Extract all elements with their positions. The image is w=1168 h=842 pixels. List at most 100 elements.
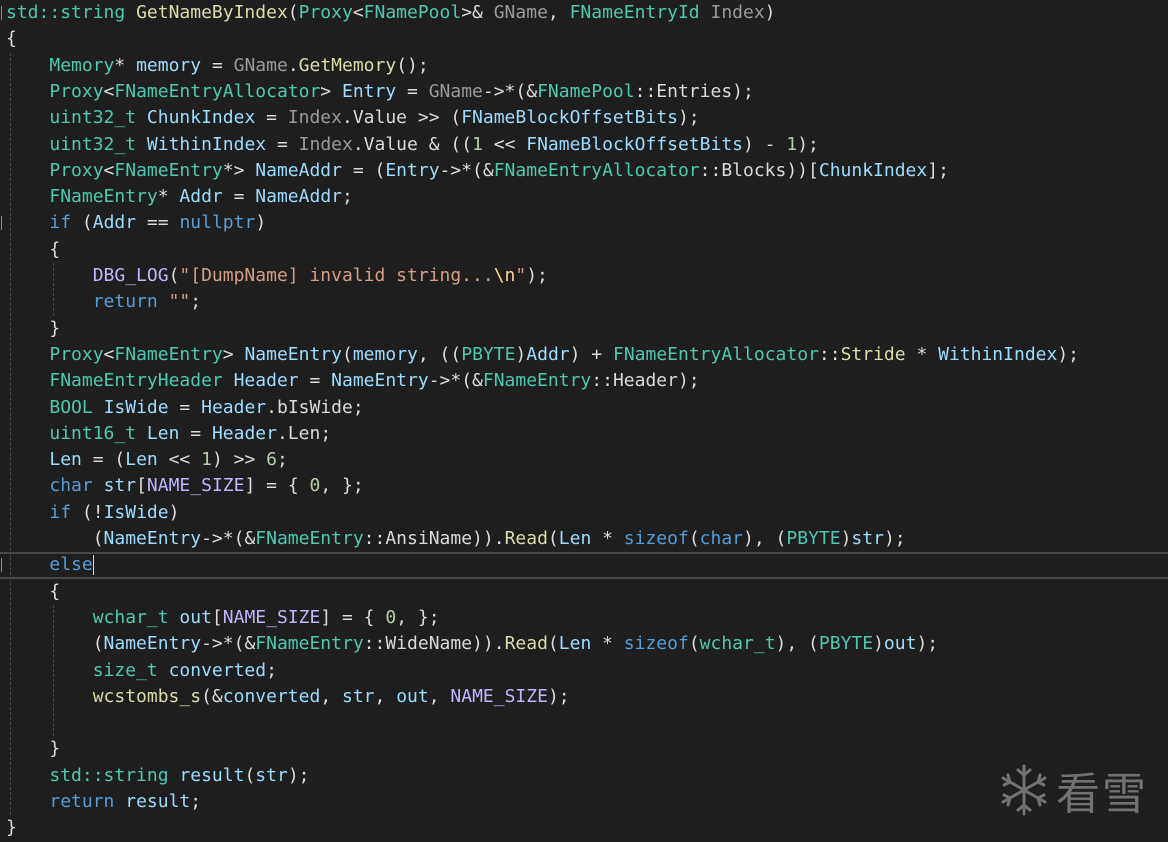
code-token: , [547, 2, 570, 23]
code-token: WithinIndex [146, 133, 267, 155]
code-line-text: Proxy<FNameEntry*> NameAddr = (Entry->*(… [6, 158, 949, 184]
code-token: FNameEntry [114, 343, 223, 365]
code-token: memory [352, 343, 418, 365]
code-line[interactable]: { [0, 26, 1168, 52]
code-token: ), ( [743, 528, 787, 549]
code-line[interactable]: wchar_t out[NAME_SIZE] = { 0, }; [0, 605, 1168, 631]
code-token: } [49, 317, 61, 339]
code-line[interactable]: if (Addr == nullptr) [0, 210, 1168, 236]
code-token: WideName [385, 633, 473, 655]
code-line[interactable]: { [0, 579, 1168, 605]
code-token: ) [255, 212, 267, 234]
code-token: :: [363, 528, 386, 549]
code-line[interactable]: return ""; [0, 289, 1168, 315]
code-line-text: { [6, 26, 17, 52]
code-token: ) >> [211, 449, 267, 471]
code-line[interactable]: DBG_LOG("[DumpName] invalid string...\n"… [0, 263, 1168, 289]
code-line[interactable]: if (!IsWide) [0, 500, 1168, 526]
code-line-text: if (Addr == nullptr) [6, 210, 266, 236]
current-code-line[interactable]: else [0, 552, 1168, 579]
code-token: :: [634, 80, 657, 102]
code-line-text: return ""; [6, 289, 201, 315]
code-token: FNameEntryHeader [49, 370, 223, 392]
code-line[interactable]: Len = (Len << 1) >> 6; [0, 447, 1168, 473]
code-token: FNameEntryAllocator [493, 159, 700, 181]
code-token: ); [883, 528, 906, 549]
code-token: DBG_LOG [92, 265, 169, 286]
code-token: ) [840, 528, 852, 549]
code-line[interactable]: uint32_t ChunkIndex = Index.Value >> (FN… [0, 105, 1168, 131]
code-line[interactable]: wcstombs_s(&converted, str, out, NAME_SI… [0, 684, 1168, 710]
code-line[interactable] [0, 710, 1168, 736]
code-token: ), ( [775, 633, 819, 655]
code-token: , [374, 685, 397, 707]
code-token: & (( [417, 133, 473, 155]
code-token: ->*(& [428, 370, 483, 392]
code-token: < [103, 343, 115, 365]
code-token: Len [558, 528, 592, 549]
code-token: ]; [927, 159, 949, 181]
code-token: Header [233, 370, 299, 392]
snowflake-icon [1001, 764, 1047, 816]
code-line[interactable]: } [0, 815, 1168, 841]
code-line[interactable]: return result; [0, 789, 1168, 815]
code-token: if [49, 212, 72, 234]
code-line[interactable]: } [0, 736, 1168, 762]
code-line[interactable]: (NameEntry->*(&FNameEntry::WideName)).Re… [0, 631, 1168, 657]
code-line[interactable]: uint16_t Len = Header.Len; [0, 421, 1168, 447]
code-token: , (( [417, 343, 462, 365]
code-line-text: char str[NAME_SIZE] = { 0, }; [6, 473, 363, 499]
code-token: ); [287, 764, 310, 786]
code-line[interactable]: Proxy<FNameEntry*> NameAddr = (Entry->*(… [0, 158, 1168, 184]
code-line[interactable]: (NameEntry->*(&FNameEntry::AnsiName)).Re… [0, 526, 1168, 552]
code-token: NameEntry [103, 633, 202, 655]
code-line[interactable]: BOOL IsWide = Header.bIsWide; [0, 395, 1168, 421]
code-token: wchar_t [92, 606, 169, 628]
code-token: ( [688, 528, 700, 549]
code-token: NAME_SIZE [450, 685, 548, 707]
code-editor[interactable]: std::string GetNameByIndex(Proxy<FNamePo… [0, 0, 1168, 842]
code-token: ChunkIndex [146, 107, 256, 129]
code-token: NameEntry [244, 343, 342, 365]
code-token: ) [873, 633, 884, 655]
code-line[interactable]: char str[NAME_SIZE] = { 0, }; [0, 473, 1168, 499]
code-token: ); [677, 107, 700, 129]
code-line[interactable]: std::string result(str); [0, 763, 1168, 789]
code-line[interactable]: } [0, 316, 1168, 342]
code-token: . [341, 107, 353, 129]
code-token: ; [190, 791, 202, 812]
code-token: = ( [81, 449, 126, 471]
code-token: ( [71, 212, 93, 234]
code-line[interactable]: size_t converted; [0, 658, 1168, 684]
code-token: Entry [385, 159, 440, 181]
code-line[interactable]: uint32_t WithinIndex = Index.Value & ((1… [0, 132, 1168, 158]
code-token: sizeof [623, 633, 689, 655]
code-token: uint32_t [49, 133, 137, 155]
code-token: size_t [92, 659, 158, 681]
code-line[interactable]: FNameEntry* Addr = NameAddr; [0, 184, 1168, 210]
code-token: Len [146, 422, 180, 444]
code-line[interactable]: Proxy<FNameEntryAllocator> Entry = GName… [0, 79, 1168, 105]
code-token: ); [797, 133, 819, 155]
code-token: FNameEntry [482, 370, 592, 392]
code-token: ; [352, 396, 364, 418]
code-token: [ [211, 606, 223, 628]
code-line[interactable]: Proxy<FNameEntry> NameEntry(memory, ((PB… [0, 342, 1168, 368]
code-line[interactable]: std::string GetNameByIndex(Proxy<FNamePo… [0, 0, 1168, 26]
code-token: . [266, 396, 277, 418]
code-token: )). [472, 528, 505, 549]
code-token: ); [1057, 343, 1080, 365]
code-line[interactable]: FNameEntryHeader Header = NameEntry->*(&… [0, 368, 1168, 394]
code-token: } [49, 738, 61, 760]
code-line[interactable]: { [0, 237, 1168, 263]
code-line[interactable]: Memory* memory = GName.GetMemory(); [0, 53, 1168, 79]
code-token: * [591, 633, 624, 655]
